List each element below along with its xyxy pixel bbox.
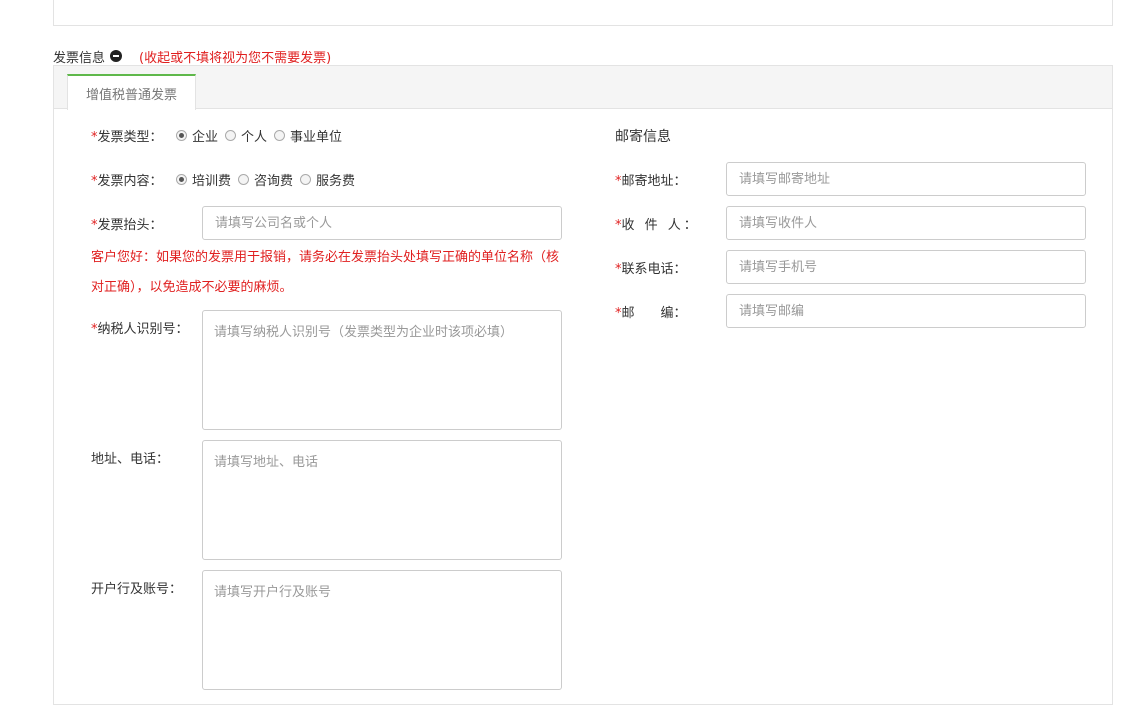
radio-service-fee[interactable]: 服务费 <box>300 170 355 189</box>
tax-id-textarea[interactable] <box>202 310 562 430</box>
invoice-content-label: *发票内容： <box>91 174 163 189</box>
tax-id-label: *纳税人识别号： <box>91 322 189 337</box>
invoice-type-label: *发票类型： <box>91 130 163 145</box>
contact-phone-label: *联系电话： <box>615 262 687 277</box>
radio-individual[interactable]: 个人 <box>225 126 267 145</box>
invoice-header-input[interactable] <box>202 206 562 240</box>
invoice-header-label: *发票抬头： <box>91 218 163 233</box>
mailing-address-label: *邮寄地址： <box>615 174 687 189</box>
radio-dot[interactable] <box>238 174 250 185</box>
recipient-label: *收 件 人： <box>615 218 700 233</box>
tab-vat-normal-invoice[interactable]: 增值税普通发票 <box>67 74 196 110</box>
invoice-type-radio-group: 企业 个人 事业单位 <box>176 126 349 145</box>
radio-training-fee[interactable]: 培训费 <box>176 170 231 189</box>
mailing-info-title: 邮寄信息 <box>615 129 671 145</box>
radio-dot-checked[interactable] <box>176 174 187 185</box>
section-hint: (收起或不填将视为您不需要发票) <box>139 50 332 66</box>
recipient-input[interactable] <box>726 206 1086 240</box>
invoice-header-notice: 客户您好：如果您的发票用于报销，请务必在发票抬头处填写正确的单位名称（核对正确）… <box>91 250 560 295</box>
radio-consulting-fee[interactable]: 咨询费 <box>238 170 293 189</box>
radio-public-institution[interactable]: 事业单位 <box>274 126 342 145</box>
mailing-address-input[interactable] <box>726 162 1086 196</box>
radio-dot[interactable] <box>274 130 286 141</box>
invoice-section-header: 发票信息 (收起或不填将视为您不需要发票) <box>53 47 332 66</box>
radio-dot[interactable] <box>225 130 237 141</box>
radio-dot-checked[interactable] <box>176 130 187 141</box>
radio-enterprise[interactable]: 企业 <box>176 126 218 145</box>
invoice-panel: 增值税普通发票 *发票类型： 企业 个人 事业单位 *发票内容： 培训费 咨询费… <box>53 65 1113 705</box>
bank-account-label: 开户行及账号： <box>91 582 183 597</box>
postcode-label: *邮 编： <box>615 306 687 321</box>
address-phone-textarea[interactable] <box>202 440 562 560</box>
section-title: 发票信息 <box>53 50 106 66</box>
invoice-content-radio-group: 培训费 咨询费 服务费 <box>176 170 362 189</box>
radio-dot[interactable] <box>300 174 312 185</box>
address-phone-label: 地址、电话： <box>91 452 170 467</box>
postcode-input[interactable] <box>726 294 1086 328</box>
tab-bar: 增值税普通发票 <box>54 66 1112 110</box>
collapse-minus-icon[interactable] <box>110 50 123 62</box>
previous-section-box <box>53 0 1113 26</box>
bank-account-textarea[interactable] <box>202 570 562 690</box>
contact-phone-input[interactable] <box>726 250 1086 284</box>
